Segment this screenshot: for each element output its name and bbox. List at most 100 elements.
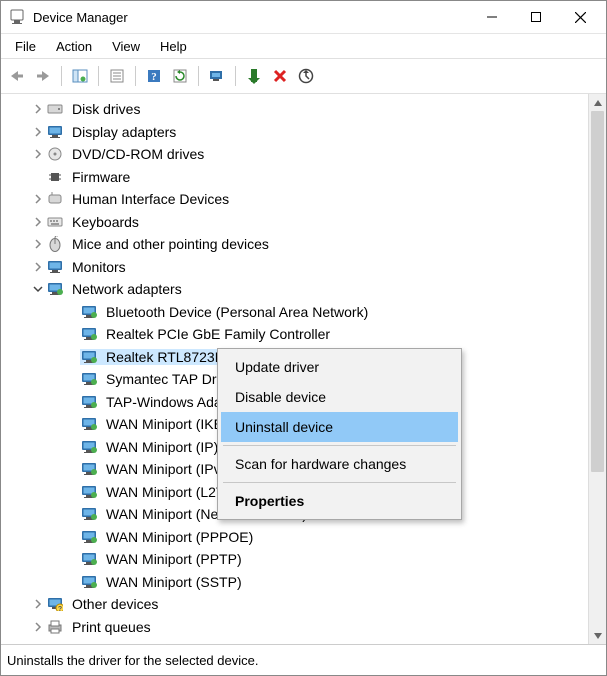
expand-collapse-icon[interactable] — [31, 192, 45, 206]
toolbar-uninstall-button[interactable] — [268, 64, 292, 88]
toolbar-update-driver-button[interactable] — [205, 64, 229, 88]
tree-category-label: Firmware — [70, 169, 132, 185]
context-menu-separator — [223, 482, 456, 483]
tree-category-label: Keyboards — [70, 214, 141, 230]
device-category-icon — [46, 191, 64, 207]
context-menu-disable-device[interactable]: Disable device — [221, 382, 458, 412]
device-category-icon — [46, 169, 64, 185]
context-menu-update-driver[interactable]: Update driver — [221, 352, 458, 382]
menu-action[interactable]: Action — [46, 37, 102, 56]
toolbar: ? — [1, 58, 606, 94]
tree-category[interactable]: Print queues — [1, 616, 588, 639]
tree-category[interactable]: Keyboards — [1, 211, 588, 234]
menu-view[interactable]: View — [102, 37, 150, 56]
device-category-icon — [46, 214, 64, 230]
expand-collapse-icon[interactable] — [31, 620, 45, 634]
toolbar-help-button[interactable]: ? — [142, 64, 166, 88]
device-category-icon — [46, 619, 64, 635]
tree-category[interactable]: ? Other devices — [1, 593, 588, 616]
context-menu-uninstall-device[interactable]: Uninstall device — [221, 412, 458, 442]
network-adapter-icon — [80, 304, 98, 320]
toolbar-scan-button[interactable] — [294, 64, 318, 88]
tree-category-label: Disk drives — [70, 101, 142, 117]
toolbar-separator — [98, 66, 99, 86]
tree-device-label: WAN Miniport (IP) — [104, 439, 220, 455]
tree-device-label: WAN Miniport (IPv — [104, 461, 223, 477]
network-adapter-icon — [80, 416, 98, 432]
tree-device-label: WAN Miniport (IKE — [104, 416, 225, 432]
tree-device-label: WAN Miniport (L2T — [104, 484, 227, 500]
tree-device[interactable]: WAN Miniport (SSTP) — [1, 571, 588, 594]
tree-device[interactable]: WAN Miniport (PPTP) — [1, 548, 588, 571]
expand-collapse-icon[interactable] — [31, 125, 45, 139]
expand-collapse-icon[interactable] — [31, 237, 45, 251]
toolbar-refresh-button[interactable] — [168, 64, 192, 88]
minimize-button[interactable] — [470, 3, 514, 31]
tree-device-label: WAN Miniport (SSTP) — [104, 574, 244, 590]
title-bar[interactable]: Device Manager — [1, 1, 606, 34]
svg-text:?: ? — [151, 71, 157, 83]
window: Device Manager File Action View Help — [0, 0, 607, 676]
tree-category[interactable]: Monitors — [1, 256, 588, 279]
tree-device-label: WAN Miniport (PPTP) — [104, 551, 244, 567]
tree-device[interactable]: Realtek PCIe GbE Family Controller — [1, 323, 588, 346]
tree-category-label: Other devices — [70, 596, 160, 612]
device-category-icon — [46, 281, 64, 297]
menu-help[interactable]: Help — [150, 37, 197, 56]
scroll-down-button[interactable] — [589, 627, 606, 644]
tree-device[interactable]: Bluetooth Device (Personal Area Network) — [1, 301, 588, 324]
tree-category-label: Print queues — [70, 619, 153, 635]
vertical-scrollbar[interactable] — [588, 94, 606, 644]
scroll-up-button[interactable] — [589, 94, 606, 111]
device-category-icon — [46, 101, 64, 117]
expand-collapse-icon[interactable] — [31, 282, 45, 296]
network-adapter-icon — [80, 506, 98, 522]
toolbar-enable-button[interactable] — [242, 64, 266, 88]
close-button[interactable] — [558, 3, 602, 31]
content-area: Disk drives Display adaptersDVD/CD-ROM dr… — [1, 94, 606, 644]
toolbar-show-hide-button[interactable] — [68, 64, 92, 88]
toolbar-separator — [198, 66, 199, 86]
device-category-icon: ? — [46, 596, 64, 612]
tree-category[interactable]: Network adapters — [1, 278, 588, 301]
expand-collapse-icon[interactable] — [31, 147, 45, 161]
expand-collapse-icon[interactable] — [31, 102, 45, 116]
device-category-icon — [46, 146, 64, 162]
expand-collapse-icon[interactable] — [31, 215, 45, 229]
window-title: Device Manager — [33, 10, 470, 25]
tree-category[interactable]: Mice and other pointing devices — [1, 233, 588, 256]
expand-collapse-icon[interactable] — [31, 170, 45, 184]
toolbar-separator — [135, 66, 136, 86]
scroll-thumb[interactable] — [591, 111, 604, 472]
network-adapter-icon — [80, 439, 98, 455]
device-category-icon — [46, 124, 64, 140]
context-menu-scan-hardware[interactable]: Scan for hardware changes — [221, 449, 458, 479]
tree-category-label: Network adapters — [70, 281, 184, 297]
tree-category-label: Monitors — [70, 259, 128, 275]
network-adapter-icon — [80, 461, 98, 477]
tree-category[interactable]: Display adapters — [1, 121, 588, 144]
tree-device-label: WAN Miniport (PPPOE) — [104, 529, 255, 545]
tree-device[interactable]: WAN Miniport (PPPOE) — [1, 526, 588, 549]
maximize-button[interactable] — [514, 3, 558, 31]
menu-bar: File Action View Help — [1, 34, 606, 58]
menu-file[interactable]: File — [5, 37, 46, 56]
tree-category[interactable]: Firmware — [1, 166, 588, 189]
network-adapter-icon — [80, 326, 98, 342]
tree-category[interactable]: Human Interface Devices — [1, 188, 588, 211]
toolbar-forward-button[interactable] — [31, 64, 55, 88]
network-adapter-icon — [80, 574, 98, 590]
expand-collapse-icon[interactable] — [31, 260, 45, 274]
context-menu-properties[interactable]: Properties — [221, 486, 458, 516]
toolbar-properties-button[interactable] — [105, 64, 129, 88]
tree-category[interactable]: Disk drives — [1, 98, 588, 121]
tree-category[interactable]: DVD/CD-ROM drives — [1, 143, 588, 166]
scroll-track[interactable] — [589, 111, 606, 627]
toolbar-separator — [235, 66, 236, 86]
toolbar-back-button[interactable] — [5, 64, 29, 88]
context-menu-separator — [223, 445, 456, 446]
device-category-icon — [46, 236, 64, 252]
network-adapter-icon — [80, 484, 98, 500]
expand-collapse-icon[interactable] — [31, 597, 45, 611]
svg-text:?: ? — [58, 606, 62, 611]
